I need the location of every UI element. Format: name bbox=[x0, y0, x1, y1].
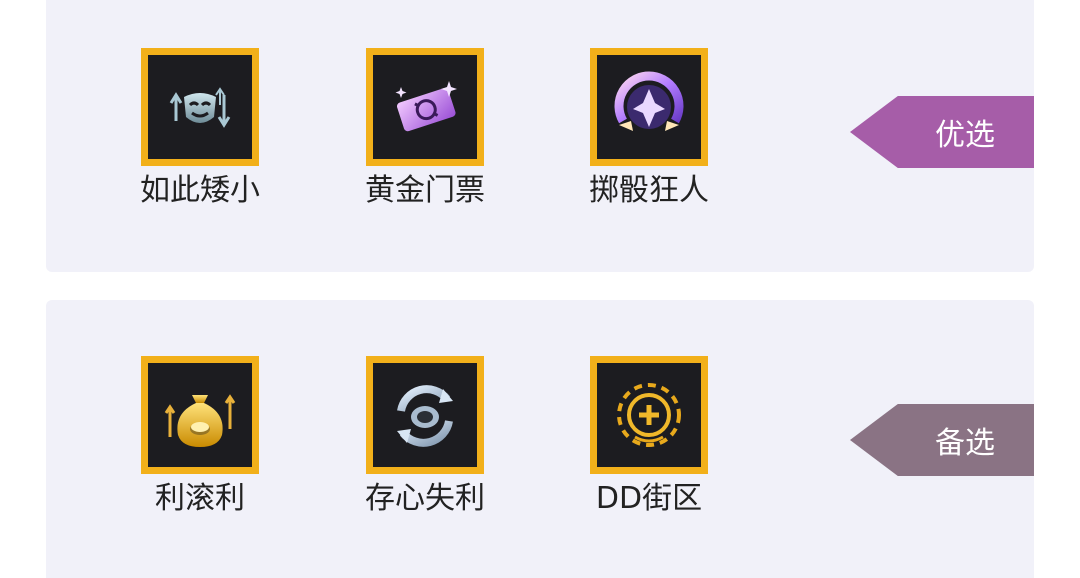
augment-icon-frame bbox=[141, 356, 259, 474]
tag-label: 优选 bbox=[935, 118, 995, 153]
augment-icon-frame bbox=[366, 356, 484, 474]
augment-label: 掷骰狂人 bbox=[589, 173, 709, 208]
augment-label: 黄金门票 bbox=[365, 173, 485, 208]
augment-item-golden-ticket[interactable]: 黄金门票 bbox=[345, 48, 505, 218]
augment-item-tiny[interactable]: 如此矮小 bbox=[120, 48, 280, 218]
augment-icon-frame bbox=[366, 48, 484, 166]
augment-item-dd-street[interactable]: DD街区 bbox=[569, 356, 729, 526]
augment-label: 存心失利 bbox=[365, 481, 485, 516]
augment-icon-frame bbox=[590, 48, 708, 166]
coin-cycle-icon bbox=[397, 385, 453, 447]
money-bag-icon bbox=[164, 394, 236, 447]
dd-chip-icon bbox=[617, 383, 681, 447]
augment-label: 利滚利 bbox=[155, 481, 245, 516]
augment-item-compound-interest[interactable]: 利滚利 bbox=[120, 356, 280, 526]
augment-recommendation-page: 如此矮小 黄金门票 掷骰狂人 优选 利滚利 存心失利 DD街区 备选 bbox=[0, 0, 1080, 578]
augment-label: DD街区 bbox=[595, 481, 703, 516]
tag-label: 备选 bbox=[935, 426, 995, 461]
augment-icon-frame bbox=[141, 48, 259, 166]
golden-ticket-icon bbox=[395, 81, 457, 132]
augment-item-intentional-loss[interactable]: 存心失利 bbox=[345, 356, 505, 526]
tiny-mask-icon bbox=[169, 87, 231, 128]
dice-maniac-icon bbox=[614, 71, 684, 131]
augment-item-dice-maniac[interactable]: 掷骰狂人 bbox=[569, 48, 729, 218]
augment-label: 如此矮小 bbox=[140, 173, 260, 208]
augment-icon-frame bbox=[590, 356, 708, 474]
